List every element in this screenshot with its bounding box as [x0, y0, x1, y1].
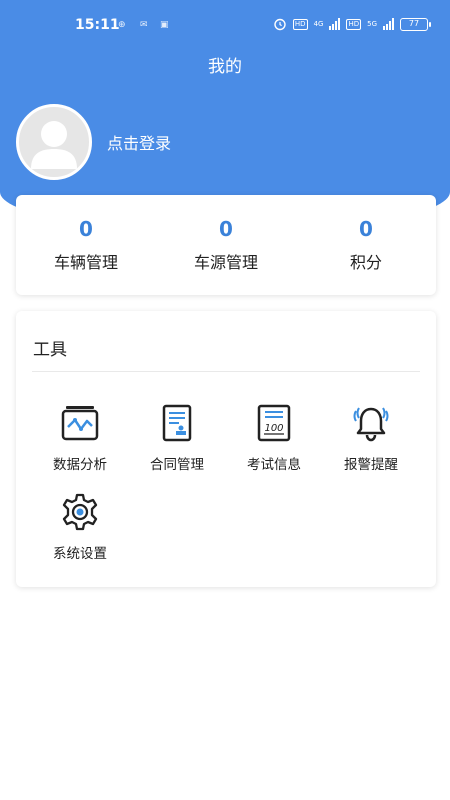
app-icon: ▣	[160, 20, 169, 30]
tool-alarm-reminder[interactable]: 报警提醒	[321, 403, 421, 473]
notification-icon: ⊕	[118, 20, 126, 30]
stat-value: 0	[219, 217, 233, 241]
tool-label: 合同管理	[150, 457, 204, 473]
tools-card: 工具 数据分析 合同管理 100 考试信息 报警提醒 系统设置	[16, 311, 436, 587]
login-link[interactable]: 点击登录	[107, 130, 171, 154]
status-right-group: HD 4G HD 5G 77	[273, 17, 431, 31]
avatar-placeholder-icon	[31, 121, 77, 169]
stat-points[interactable]: 0 积分	[296, 195, 436, 295]
bell-icon	[353, 407, 389, 442]
tool-system-settings[interactable]: 系统设置	[30, 492, 130, 562]
status-time: 15:11	[75, 17, 120, 33]
stat-label: 积分	[349, 253, 382, 272]
network-label-2: 5G	[367, 19, 377, 28]
tool-label: 报警提醒	[344, 457, 398, 473]
stat-value: 0	[79, 217, 93, 241]
stats-card: 0 车辆管理 0 车源管理 0 积分	[16, 195, 436, 295]
svg-text:100: 100	[264, 423, 283, 434]
tools-title: 工具	[33, 340, 67, 360]
hd-badge: HD	[292, 18, 308, 30]
network-label: 4G	[313, 19, 324, 28]
page-title: 我的	[208, 57, 242, 77]
hd-badge-2: HD	[346, 18, 362, 30]
stat-value: 0	[359, 217, 373, 241]
data-analysis-icon	[61, 406, 99, 441]
tool-label: 系统设置	[53, 546, 107, 562]
exam-icon: 100	[257, 404, 291, 442]
stat-car-source-management[interactable]: 0 车源管理	[156, 195, 296, 295]
signal-icon	[329, 18, 341, 30]
battery-icon: 77	[400, 17, 431, 31]
gear-icon	[62, 493, 98, 531]
stat-label: 车源管理	[193, 253, 258, 272]
battery-level: 77	[408, 18, 420, 28]
stat-label: 车辆管理	[53, 253, 118, 272]
tool-label: 数据分析	[53, 457, 107, 473]
status-bar: 15:11 ⊕ ✉ ▣ HD 4G HD 5G 77	[0, 0, 450, 50]
message-icon: ✉	[140, 20, 148, 30]
stat-vehicle-management[interactable]: 0 车辆管理	[16, 195, 156, 295]
contract-icon	[162, 404, 192, 442]
tools-divider	[32, 371, 420, 372]
alarm-icon	[274, 18, 286, 31]
tool-label: 考试信息	[247, 457, 301, 473]
tool-contract-management[interactable]: 合同管理	[127, 403, 227, 473]
signal-icon-2	[383, 18, 394, 30]
avatar[interactable]	[16, 104, 92, 180]
tool-exam-info[interactable]: 100 考试信息	[224, 403, 324, 473]
tool-data-analysis[interactable]: 数据分析	[30, 403, 130, 473]
